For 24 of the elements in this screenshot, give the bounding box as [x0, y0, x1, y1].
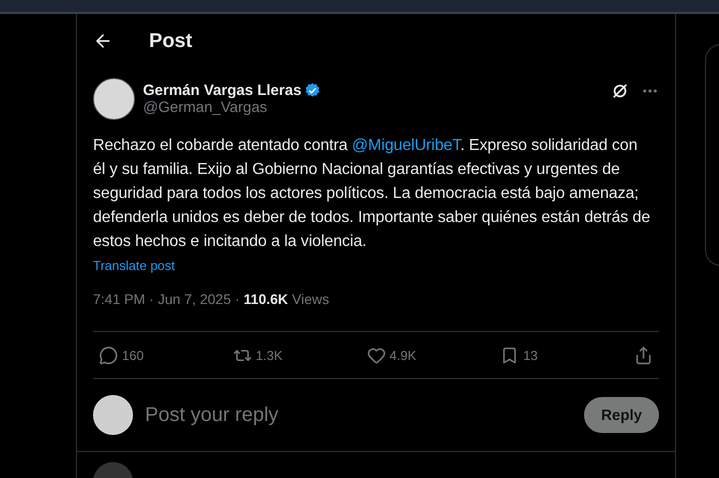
post-date[interactable]: Jun 7, 2025 — [158, 291, 231, 331]
slashed-circle-icon[interactable] — [611, 82, 629, 100]
reply-action[interactable]: 160 — [99, 346, 209, 364]
views-count: 110.6K — [244, 291, 288, 309]
separator-dot: · — [234, 291, 240, 309]
post-time[interactable]: 7:41 PM — [93, 291, 146, 331]
post-text: Rechazo el cobarde atentado contra @MiguelUribeT. Expreso solidaridad con él y su familia. Exijo al Gobierno Nacional garantías efectivas y urgentes de seguridad para todos los actores políticos. La democracia está bajo amenaza; defenderla unidos es deber de todos. Importante saber quiénes están detrás de estos hechos e incitando a la violencia. — [93, 136, 652, 252]
author-handle[interactable]: @German_Vargas — [143, 99, 603, 116]
share-action[interactable] — [634, 346, 653, 364]
page-title: Post — [149, 30, 192, 52]
verified-badge-icon — [304, 82, 322, 99]
share-icon — [634, 346, 653, 364]
repost-action[interactable]: 1.3K — [232, 346, 343, 364]
bookmark-action[interactable]: 13 — [500, 346, 610, 364]
avatar-placeholder[interactable] — [93, 395, 133, 435]
like-action[interactable]: 4.9K — [366, 346, 476, 364]
heart-icon — [366, 346, 386, 364]
avatar-placeholder[interactable] — [93, 78, 135, 120]
translate-link[interactable]: Translate post — [93, 258, 175, 273]
views-label: Views — [292, 291, 330, 309]
mention-link[interactable]: @MiguelUribeT — [352, 137, 460, 154]
reply-icon — [99, 346, 118, 364]
author-name[interactable]: Germán Vargas Lleras — [143, 82, 302, 99]
separator-dot: · — [149, 291, 154, 309]
